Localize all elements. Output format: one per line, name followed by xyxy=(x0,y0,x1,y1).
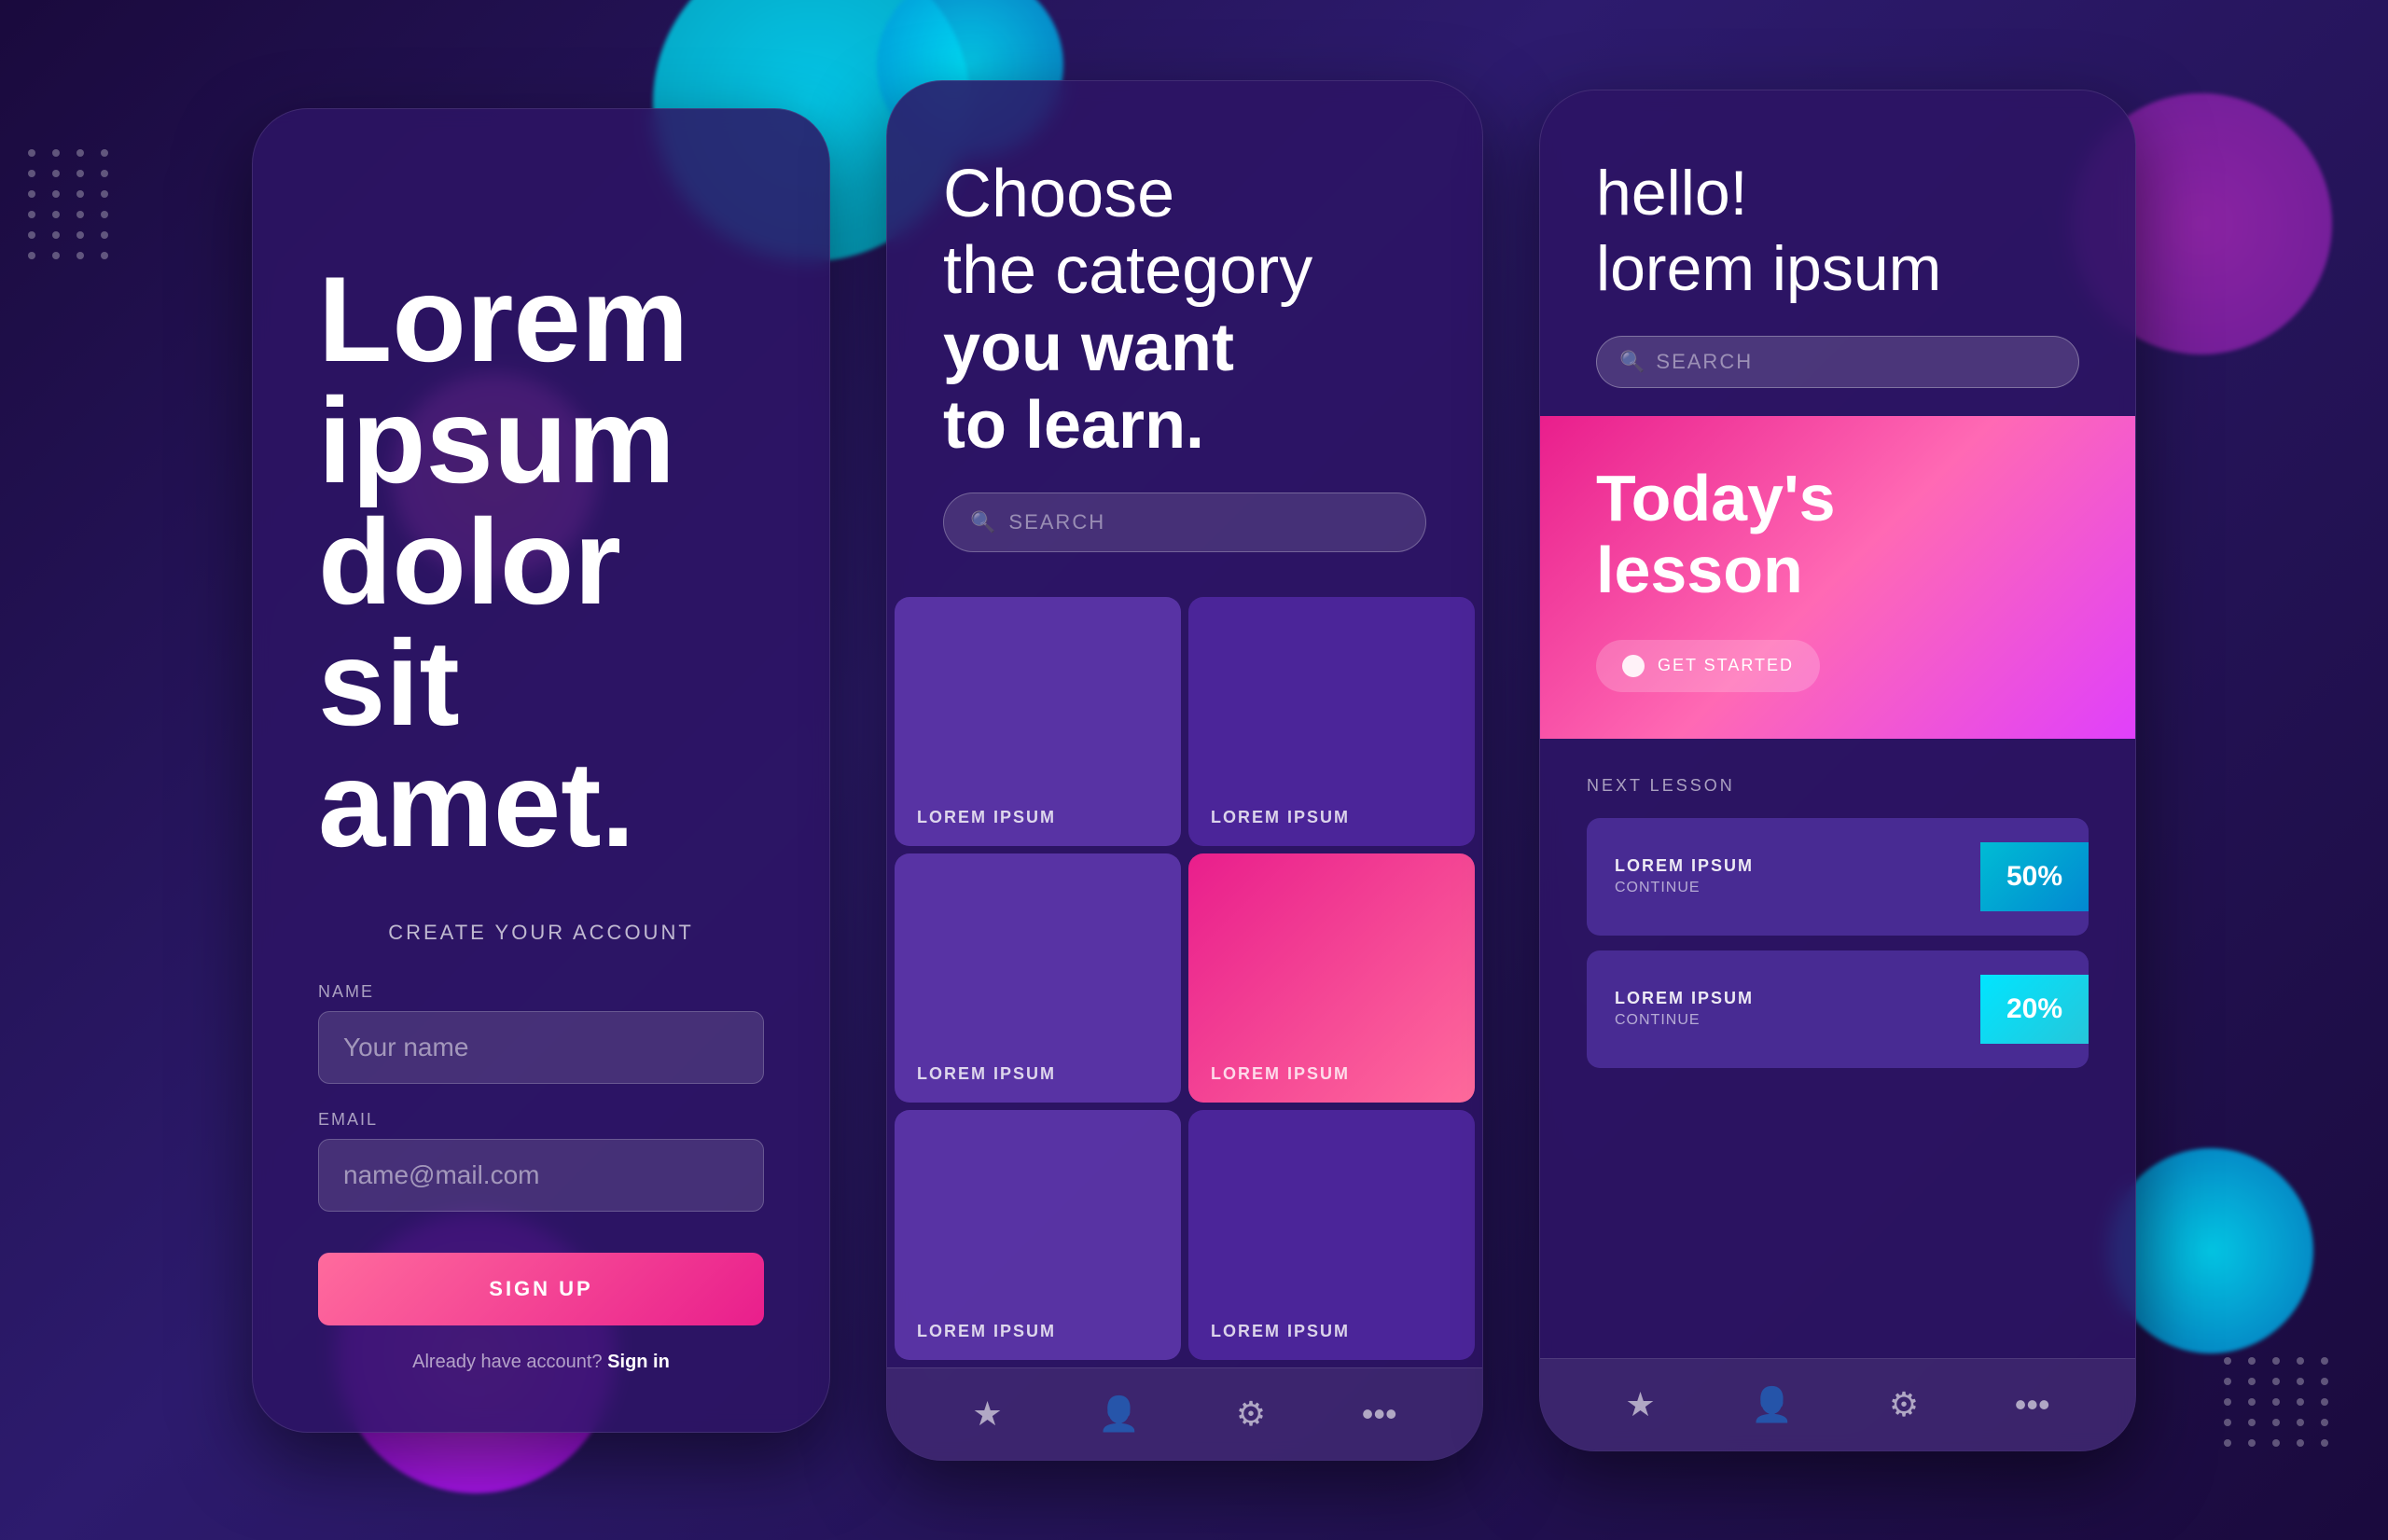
search-label-sm: SEARCH xyxy=(1656,350,1753,374)
signup-form: CREATE YOUR ACCOUNT NAME EMAIL SIGN UP A… xyxy=(318,921,764,1373)
nav-gear-icon-3[interactable]: ⚙ xyxy=(1889,1385,1919,1424)
progress-badge-2: 20% xyxy=(1980,975,2089,1044)
search-label: SEARCH xyxy=(1008,510,1105,534)
next-lesson-section: NEXT LESSON LOREM IPSUM CONTINUE 50% LOR… xyxy=(1540,739,2135,1358)
btn-circle-icon xyxy=(1622,655,1645,677)
nav-more-icon-3[interactable]: ••• xyxy=(2015,1385,2050,1424)
progress-badge-1: 50% xyxy=(1980,842,2089,911)
email-field-group: EMAIL xyxy=(318,1110,764,1212)
signin-link[interactable]: Sign in xyxy=(607,1352,670,1372)
search-icon-sm: 🔍 xyxy=(1619,350,1645,374)
name-field-group: NAME xyxy=(318,982,764,1084)
category-card-1[interactable]: LOREM IPSUM xyxy=(895,597,1181,846)
category-search-bar[interactable]: 🔍 SEARCH xyxy=(943,493,1426,552)
nav-gear-icon[interactable]: ⚙ xyxy=(1236,1394,1266,1434)
category-card-6[interactable]: LOREM IPSUM xyxy=(1188,1110,1475,1359)
screen3-top: hello!lorem ipsum 🔍 SEARCH xyxy=(1540,90,2135,416)
todays-lesson-title: Today'slesson xyxy=(1596,463,2079,606)
screens-container: Lorem ipsum dolor sit amet. CREATE YOUR … xyxy=(0,0,2388,1540)
screen3-bottom-nav: ★ 👤 ⚙ ••• xyxy=(1540,1358,2135,1450)
nav-more-icon[interactable]: ••• xyxy=(1362,1394,1397,1434)
category-card-5[interactable]: LOREM IPSUM xyxy=(895,1110,1181,1359)
email-label: EMAIL xyxy=(318,1110,764,1130)
already-account-text: Already have account? Sign in xyxy=(318,1352,764,1373)
create-account-label: CREATE YOUR ACCOUNT xyxy=(318,921,764,945)
next-lesson-label: NEXT LESSON xyxy=(1587,776,2089,796)
category-card-2[interactable]: LOREM IPSUM xyxy=(1188,597,1475,846)
lesson-card-1[interactable]: LOREM IPSUM CONTINUE 50% xyxy=(1587,818,2089,936)
screen-signup: Lorem ipsum dolor sit amet. CREATE YOUR … xyxy=(252,108,830,1433)
search-icon: 🔍 xyxy=(970,510,995,534)
nav-star-icon[interactable]: ★ xyxy=(972,1394,1002,1434)
screen2-headline: Choosethe category you wantto learn. xyxy=(943,156,1426,465)
name-input[interactable] xyxy=(318,1011,764,1084)
screen-lesson: hello!lorem ipsum 🔍 SEARCH Today'slesson… xyxy=(1539,90,2136,1451)
nav-star-icon-3[interactable]: ★ xyxy=(1625,1385,1655,1424)
screen1-headline: Lorem ipsum dolor sit amet. xyxy=(318,258,764,865)
screen2-top: Choosethe category you wantto learn. 🔍 S… xyxy=(887,81,1482,590)
todays-lesson-card: Today'slesson GET STARTED xyxy=(1540,416,2135,739)
category-card-3[interactable]: LOREM IPSUM xyxy=(895,853,1181,1103)
email-input[interactable] xyxy=(318,1139,764,1212)
lesson-card-2[interactable]: LOREM IPSUM CONTINUE 20% xyxy=(1587,950,2089,1068)
screen-category: Choosethe category you wantto learn. 🔍 S… xyxy=(886,80,1483,1461)
lesson-search-bar[interactable]: 🔍 SEARCH xyxy=(1596,336,2079,388)
category-grid: LOREM IPSUM LOREM IPSUM LOREM IPSUM LORE… xyxy=(887,590,1482,1367)
lesson-info-2: LOREM IPSUM CONTINUE xyxy=(1615,989,1980,1029)
category-card-4[interactable]: LOREM IPSUM xyxy=(1188,853,1475,1103)
hello-text: hello!lorem ipsum xyxy=(1596,156,2079,308)
screen2-bottom-nav: ★ 👤 ⚙ ••• xyxy=(887,1367,1482,1460)
nav-user-icon[interactable]: 👤 xyxy=(1098,1394,1140,1434)
nav-user-icon-3[interactable]: 👤 xyxy=(1751,1385,1793,1424)
signup-button[interactable]: SIGN UP xyxy=(318,1253,764,1325)
lesson-info-1: LOREM IPSUM CONTINUE xyxy=(1615,856,1980,896)
name-label: NAME xyxy=(318,982,764,1002)
get-started-button[interactable]: GET STARTED xyxy=(1596,640,1820,692)
